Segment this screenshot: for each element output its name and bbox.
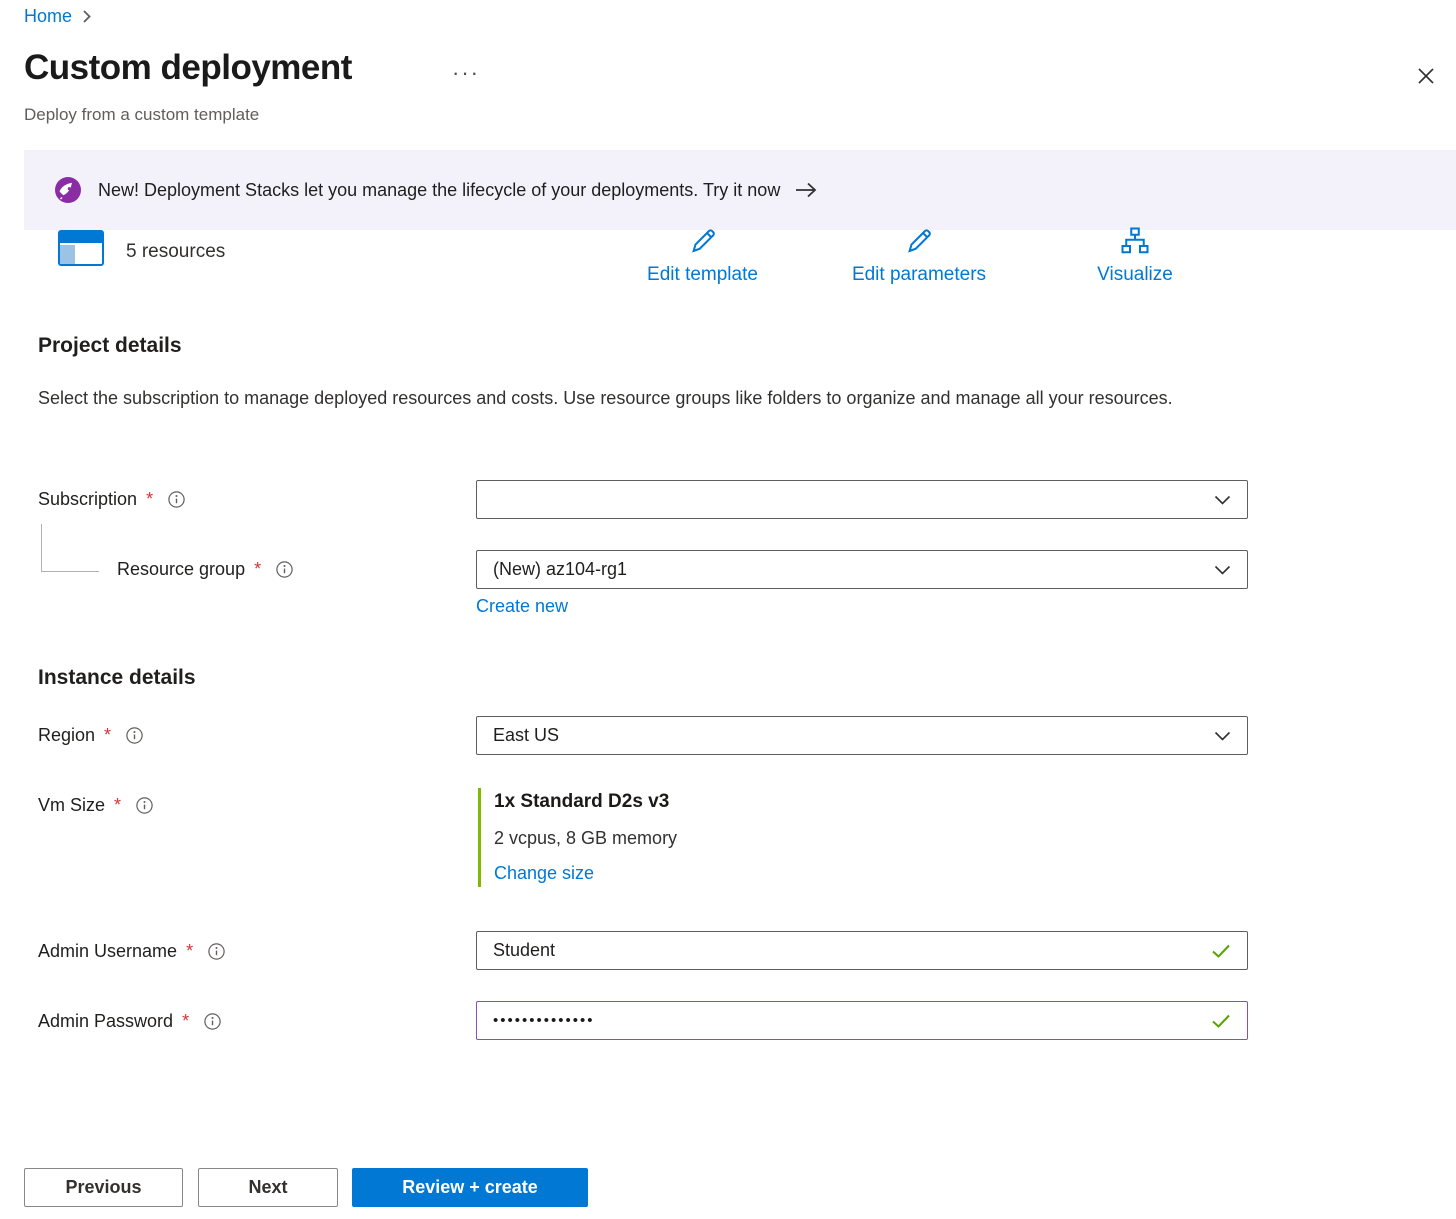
required-marker: * (114, 795, 121, 816)
admin-username-value: Student (493, 940, 555, 961)
resource-group-label-text: Resource group (117, 559, 245, 580)
rocket-icon (54, 176, 82, 204)
create-new-link[interactable]: Create new (476, 596, 568, 617)
required-marker: * (254, 559, 261, 580)
info-icon[interactable] (204, 1013, 221, 1030)
indent-connector-line (41, 524, 99, 572)
project-details-heading: Project details (38, 334, 182, 358)
vm-size-summary: 1x Standard D2s v3 2 vcpus, 8 GB memory … (478, 788, 677, 887)
chevron-right-icon (81, 9, 92, 24)
template-icon (58, 230, 104, 271)
page-title: Custom deployment (24, 48, 352, 88)
review-create-button[interactable]: Review + create (352, 1168, 588, 1207)
admin-username-label: Admin Username * (38, 941, 225, 962)
info-icon[interactable] (136, 797, 153, 814)
subscription-select[interactable] (476, 480, 1248, 519)
visualize-label: Visualize (1097, 264, 1173, 286)
valid-checkmark-icon (1211, 1013, 1231, 1029)
org-chart-icon (1119, 226, 1151, 261)
admin-username-input[interactable]: Student (476, 931, 1248, 970)
resource-group-select[interactable]: (New) az104-rg1 (476, 550, 1248, 589)
project-details-description: Select the subscription to manage deploy… (38, 383, 1193, 414)
info-icon[interactable] (126, 727, 143, 744)
region-value: East US (493, 725, 559, 746)
pencil-icon (903, 226, 935, 261)
chevron-down-icon (1214, 731, 1231, 741)
edit-parameters-button[interactable]: Edit parameters (833, 226, 1005, 286)
change-size-link[interactable]: Change size (494, 863, 594, 883)
region-label-text: Region (38, 725, 95, 746)
info-icon[interactable] (168, 491, 185, 508)
banner-text[interactable]: New! Deployment Stacks let you manage th… (98, 180, 780, 201)
required-marker: * (186, 941, 193, 962)
required-marker: * (146, 489, 153, 510)
template-resources-count: 5 resources (126, 241, 225, 263)
chevron-down-icon (1214, 565, 1231, 575)
region-select[interactable]: East US (476, 716, 1248, 755)
valid-checkmark-icon (1211, 943, 1231, 959)
admin-password-input[interactable]: •••••••••••••• (476, 1001, 1248, 1040)
vm-size-label: Vm Size * (38, 795, 153, 816)
info-icon[interactable] (276, 561, 293, 578)
resource-group-value: (New) az104-rg1 (493, 559, 627, 580)
admin-username-label-text: Admin Username (38, 941, 177, 962)
admin-password-label-text: Admin Password (38, 1011, 173, 1032)
resource-group-label: Resource group * (117, 559, 293, 580)
info-icon[interactable] (208, 943, 225, 960)
vm-size-label-text: Vm Size (38, 795, 105, 816)
page-subtitle: Deploy from a custom template (24, 105, 259, 125)
instance-details-heading: Instance details (38, 666, 196, 690)
subscription-label-text: Subscription (38, 489, 137, 510)
required-marker: * (182, 1011, 189, 1032)
vm-size-specs: 2 vcpus, 8 GB memory (494, 828, 677, 849)
subscription-label: Subscription * (38, 489, 185, 510)
previous-button[interactable]: Previous (24, 1168, 183, 1207)
breadcrumb: Home (24, 6, 92, 27)
admin-password-label: Admin Password * (38, 1011, 221, 1032)
region-label: Region * (38, 725, 143, 746)
edit-parameters-label: Edit parameters (852, 264, 986, 286)
next-button[interactable]: Next (198, 1168, 338, 1207)
edit-template-label: Edit template (647, 264, 758, 286)
arrow-right-icon[interactable] (794, 181, 818, 199)
vm-size-title: 1x Standard D2s v3 (494, 791, 677, 813)
required-marker: * (104, 725, 111, 746)
more-options-button[interactable]: ··· (452, 60, 480, 86)
pencil-icon (687, 226, 719, 261)
admin-password-value: •••••••••••••• (493, 1012, 595, 1029)
edit-template-button[interactable]: Edit template (630, 226, 775, 286)
breadcrumb-home-link[interactable]: Home (24, 6, 72, 27)
visualize-button[interactable]: Visualize (1084, 226, 1186, 286)
chevron-down-icon (1214, 495, 1231, 505)
close-icon[interactable] (1410, 60, 1442, 92)
announcement-banner: New! Deployment Stacks let you manage th… (24, 150, 1456, 230)
